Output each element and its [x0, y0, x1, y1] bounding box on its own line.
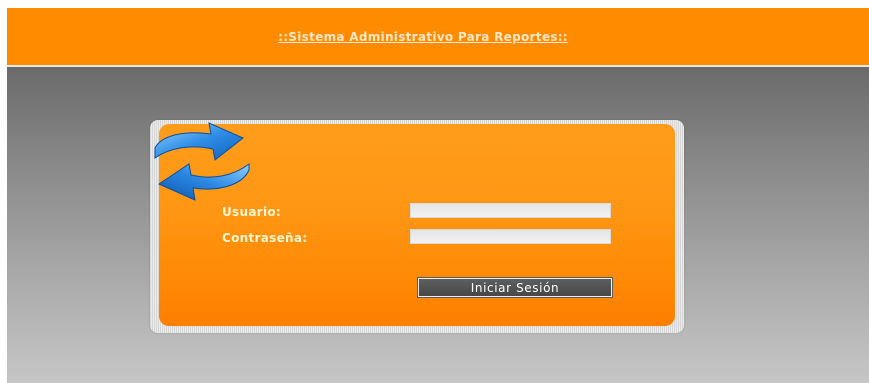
usuario-input[interactable] [410, 203, 611, 218]
contrasena-label: Contraseña: [222, 231, 308, 245]
iniciar-sesion-button[interactable]: Iniciar Sesión [417, 277, 613, 298]
login-page: ::Sistema Administrativo Para Reportes::… [0, 0, 869, 383]
header-bar: ::Sistema Administrativo Para Reportes:: [7, 8, 869, 65]
refresh-arrows-icon [154, 122, 250, 201]
header-title-link[interactable]: ::Sistema Administrativo Para Reportes:: [7, 30, 869, 44]
contrasena-input[interactable] [410, 229, 611, 244]
usuario-label: Usuario: [222, 205, 282, 219]
